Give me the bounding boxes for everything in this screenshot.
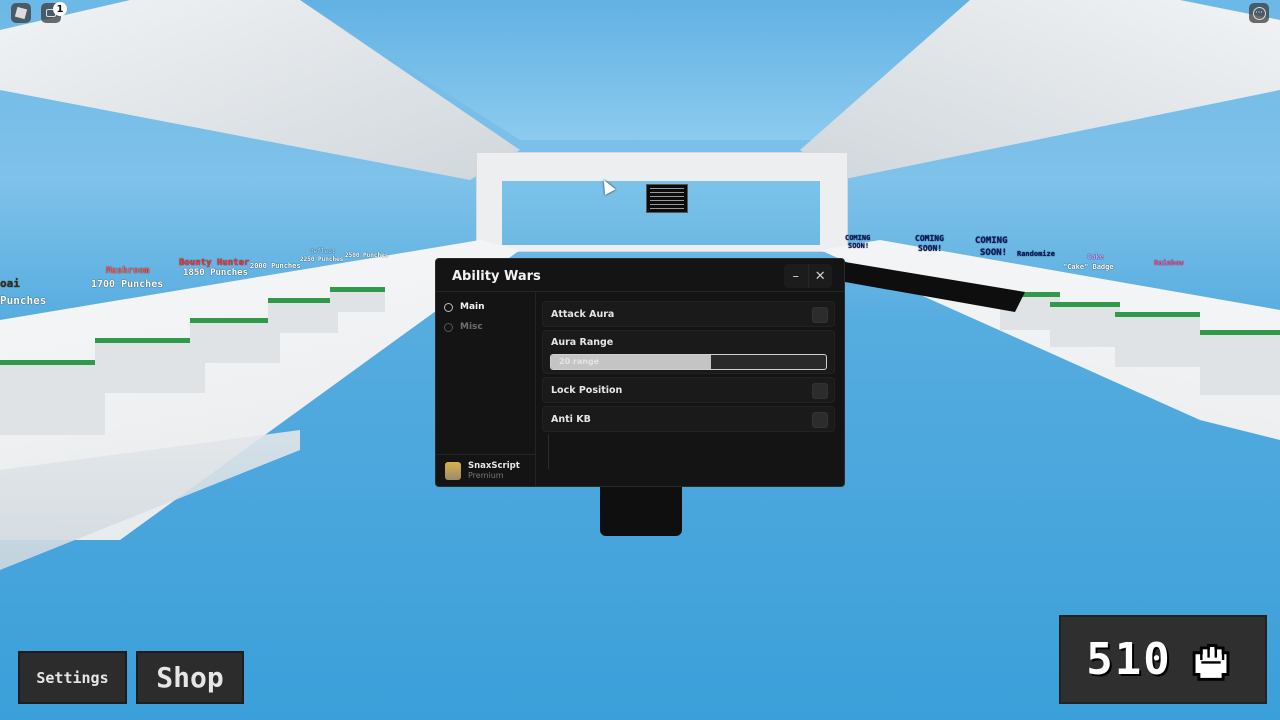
minimize-button[interactable]: – [784,264,808,288]
ability-pedestal[interactable] [1050,302,1120,347]
more-options-button[interactable]: ··· [1249,3,1269,23]
pedestal-label: 2000 Punches [250,262,301,270]
option-label: Aura Range [551,337,614,348]
settings-label: Settings [36,668,109,687]
sidebar: Main Misc SnaxScript Premium [436,292,536,486]
toggle-attack-aura[interactable]: Attack Aura [542,301,835,327]
pedestal-label: oai [0,277,20,290]
ability-pedestal[interactable] [1200,330,1280,395]
option-label: Anti KB [551,414,591,425]
info-sign [646,184,688,213]
lock-position-checkbox[interactable] [812,383,828,399]
tab-misc[interactable]: Misc [436,317,535,337]
ability-pedestal[interactable] [330,287,385,312]
anti-kb-checkbox[interactable] [812,412,828,428]
attack-aura-checkbox[interactable] [812,307,828,323]
toggle-anti-kb[interactable]: Anti KB [542,406,835,432]
tab-indicator-icon [444,322,453,332]
shop-label: Shop [156,661,224,694]
more-options-icon: ··· [1252,6,1266,20]
user-profile: SnaxScript Premium [436,454,535,486]
pedestal-label: COMING [845,234,871,242]
chat-notification-badge: 1 [53,2,67,16]
avatar [445,461,461,480]
ability-pedestal[interactable] [268,298,338,333]
close-button[interactable]: ✕ [807,264,833,288]
roblox-logo-icon [14,6,28,20]
fist-icon [1192,643,1230,681]
pedestal-label: "Cake" Badge [1063,263,1114,271]
pedestal-label: Punches [0,294,47,307]
pedestal-label: 2250 Punches [300,256,344,263]
punch-count: 510 [1086,634,1172,685]
pedestal-label: Bounty Hunter [179,258,250,268]
pedestal-label: SOON! [980,248,1008,258]
close-icon: ✕ [814,268,826,284]
tab-label: Main [460,302,485,312]
content-scrollbar-track [548,434,549,469]
option-label: Attack Aura [551,309,615,320]
toggle-lock-position[interactable]: Lock Position [542,377,835,403]
pedestal-label: COMING [975,236,1008,246]
roblox-menu-button[interactable] [11,3,31,23]
profile-tier: Premium [468,471,504,480]
pedestal-label: Deflect [310,248,336,255]
pedestal-label: 1850 Punches [183,268,249,278]
minimize-icon: – [792,268,800,284]
ability-pedestal[interactable] [95,338,205,393]
pedestal-label: Rainbow [1154,259,1184,267]
aura-range-slider[interactable]: 20 range [550,354,827,370]
tab-indicator-icon [444,302,453,312]
slider-aura-range: Aura Range 20 range [542,330,835,374]
ability-pedestal[interactable] [1115,312,1200,367]
pedestal-label: 1700 Punches [91,279,164,290]
profile-name: SnaxScript [468,461,520,471]
tab-label: Misc [460,322,483,332]
punch-counter: 510 [1059,615,1267,704]
window-title: Ability Wars [452,269,541,284]
pedestal-label: Randomize [1017,250,1055,258]
pedestal-label: 2500 Punches [345,252,389,259]
main-tab-content: Attack Aura Aura Range 20 range Lock Pos… [542,301,835,435]
tab-main[interactable]: Main [436,297,535,317]
window-controls: – ✕ [784,264,832,288]
option-label: Lock Position [551,385,623,396]
pedestal-label: Cake [1087,253,1104,261]
player-character [600,486,682,536]
pedestal-label: COMING [915,234,944,243]
ability-pedestal[interactable] [190,318,280,363]
settings-button[interactable]: Settings [18,651,127,704]
pedestal-label: Mushroom [106,266,150,276]
ability-pedestal[interactable] [0,360,105,435]
pedestal-label: SOON! [848,242,870,250]
pedestal-label: SOON! [918,244,943,253]
script-window[interactable]: Ability Wars – ✕ Main Misc SnaxScript Pr… [435,258,845,487]
slider-value: 20 range [559,357,600,366]
shop-button[interactable]: Shop [136,651,244,704]
